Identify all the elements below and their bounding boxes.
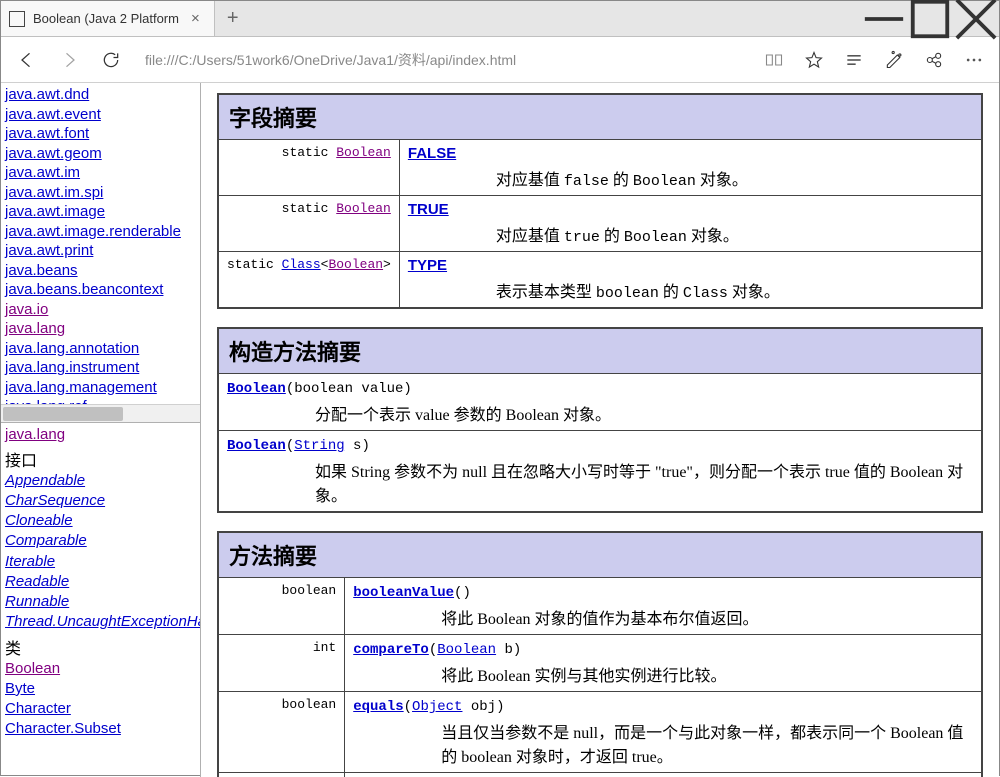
notes-icon[interactable] [877, 43, 911, 77]
ctor-desc: 分配一个表示 value 参数的 Boolean 对象。 [315, 401, 973, 425]
methods-banner: 方法摘要 [218, 532, 982, 578]
field-desc: 对应基值 true 的 Boolean 对象。 [496, 222, 973, 246]
package-header-link[interactable]: java.lang [5, 425, 196, 445]
param-type-link[interactable]: Object [412, 699, 462, 715]
ctor-desc: 如果 String 参数不为 null 且在忽略大小写时等于 "true"，则分… [315, 458, 973, 506]
package-link[interactable]: java.awt.geom [5, 144, 196, 164]
package-link[interactable]: java.awt.im.spi [5, 183, 196, 203]
package-link[interactable]: java.awt.image.renderable [5, 222, 196, 242]
minimize-button[interactable] [861, 1, 907, 36]
page-icon [9, 11, 25, 27]
param-type-link[interactable]: String [294, 438, 344, 454]
package-link[interactable]: java.lang.instrument [5, 358, 196, 378]
class-link[interactable]: Boolean [5, 659, 196, 679]
class-link[interactable]: Byte [5, 679, 196, 699]
ctor-link[interactable]: Boolean [227, 438, 286, 454]
type-link[interactable]: Class [282, 257, 321, 272]
interface-link[interactable]: Comparable [5, 531, 196, 551]
method-link[interactable]: booleanValue [353, 585, 454, 601]
close-tab-icon[interactable]: × [187, 10, 204, 27]
method-desc: 当且仅当参数不是 null，而是一个与此对象一样，都表示同一个 Boolean … [441, 719, 973, 767]
method-link[interactable]: compareTo [353, 642, 429, 658]
param-type-link[interactable]: Boolean [437, 642, 496, 658]
classes-heading: 类 [5, 635, 196, 659]
refresh-button[interactable] [93, 42, 129, 78]
fields-banner: 字段摘要 [218, 94, 982, 140]
method-desc: 将此 Boolean 对象的值作为基本布尔值返回。 [441, 605, 973, 629]
back-button[interactable] [9, 42, 45, 78]
close-window-button[interactable] [953, 1, 999, 36]
package-link[interactable]: java.awt.print [5, 241, 196, 261]
hub-icon[interactable] [837, 43, 871, 77]
tab-title: Boolean (Java 2 Platform [33, 11, 179, 26]
method-link[interactable]: equals [353, 699, 403, 715]
method-desc: 将此 Boolean 实例与其他实例进行比较。 [441, 662, 973, 686]
interface-link[interactable]: Appendable [5, 471, 196, 491]
address-bar[interactable]: file:///C:/Users/51work6/OneDrive/Java1/… [135, 50, 751, 70]
type-link[interactable]: Boolean [336, 145, 391, 160]
reading-view-icon[interactable] [757, 43, 791, 77]
package-link[interactable]: java.awt.im [5, 163, 196, 183]
field-desc: 对应基值 false 的 Boolean 对象。 [496, 166, 973, 190]
ctor-link[interactable]: Boolean [227, 381, 286, 397]
package-link[interactable]: java.awt.event [5, 105, 196, 125]
interface-link[interactable]: Thread.UncaughtExceptionHandler [5, 612, 196, 632]
package-link[interactable]: java.awt.dnd [5, 85, 196, 105]
favorite-icon[interactable] [797, 43, 831, 77]
class-link[interactable]: Character [5, 699, 196, 719]
package-link[interactable]: java.lang.annotation [5, 339, 196, 359]
type-link[interactable]: Boolean [336, 201, 391, 216]
methods-table: 方法摘要 booleanbooleanValue()将此 Boolean 对象的… [217, 531, 983, 777]
horizontal-scrollbar[interactable] [1, 404, 200, 422]
type-link[interactable]: Boolean [328, 257, 383, 272]
main-doc-frame[interactable]: 字段摘要 static BooleanFALSE对应基值 false 的 Boo… [201, 83, 999, 777]
browser-tab[interactable]: Boolean (Java 2 Platform × [1, 1, 215, 36]
constructors-table: 构造方法摘要 Boolean(boolean value)分配一个表示 valu… [217, 327, 983, 513]
interface-link[interactable]: Runnable [5, 592, 196, 612]
package-link[interactable]: java.io [5, 300, 196, 320]
new-tab-button[interactable]: + [215, 1, 251, 36]
ctors-banner: 构造方法摘要 [218, 328, 982, 374]
maximize-button[interactable] [907, 1, 953, 36]
field-link[interactable]: FALSE [408, 145, 456, 162]
more-icon[interactable] [957, 43, 991, 77]
field-link[interactable]: TRUE [408, 201, 449, 218]
forward-button[interactable] [51, 42, 87, 78]
class-list-frame: java.lang 接口 AppendableCharSequenceClone… [1, 423, 200, 777]
share-icon[interactable] [917, 43, 951, 77]
package-link[interactable]: java.beans [5, 261, 196, 281]
package-link[interactable]: java.beans.beancontext [5, 280, 196, 300]
fields-table: 字段摘要 static BooleanFALSE对应基值 false 的 Boo… [217, 93, 983, 309]
package-link[interactable]: java.awt.image [5, 202, 196, 222]
field-link[interactable]: TYPE [408, 257, 447, 274]
package-link[interactable]: java.lang [5, 319, 196, 339]
interface-link[interactable]: Readable [5, 572, 196, 592]
package-link[interactable]: java.lang.management [5, 378, 196, 398]
package-list-frame: java.awt.dndjava.awt.eventjava.awt.fontj… [1, 83, 200, 423]
interface-link[interactable]: CharSequence [5, 491, 196, 511]
interface-link[interactable]: Cloneable [5, 511, 196, 531]
package-link[interactable]: java.awt.font [5, 124, 196, 144]
field-desc: 表示基本类型 boolean 的 Class 对象。 [496, 278, 973, 302]
class-link[interactable]: Character.Subset [5, 719, 196, 739]
interfaces-heading: 接口 [5, 447, 196, 471]
interface-link[interactable]: Iterable [5, 552, 196, 572]
